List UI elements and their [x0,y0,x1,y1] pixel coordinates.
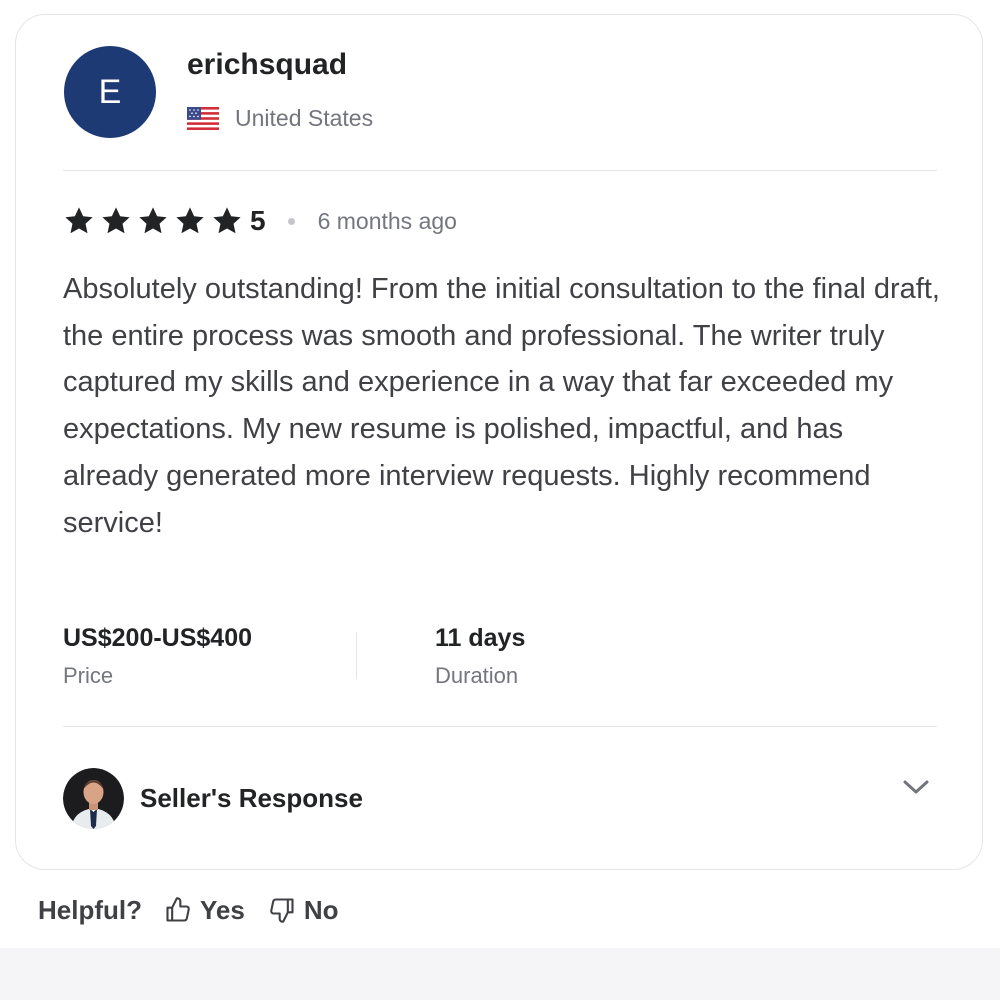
page: E erichsquad United States 5 6 months ag… [0,0,1000,1000]
reviewer-username[interactable]: erichsquad [187,48,347,82]
duration-label: Duration [435,663,519,688]
review-card: E erichsquad United States 5 6 months ag… [15,14,983,870]
rating-value: 5 [250,205,266,236]
reviewer-country: United States [187,105,373,132]
thumbs-down-icon [270,898,294,923]
seller-response-toggle[interactable]: Seller's Response [63,768,363,829]
stats-bottom-divider [63,726,937,727]
reviewer-avatar[interactable]: E [64,46,156,138]
duration-stat: 11 days Duration [435,621,525,691]
rating-row: 5 6 months ago [62,203,457,239]
avatar-initial: E [98,72,122,111]
header-divider [63,170,937,171]
page-footer-band [0,948,1000,1000]
star-icon [176,207,204,234]
seller-response-label: Seller's Response [140,783,363,813]
price-value: US$200-US$400 [63,624,253,652]
price-stat: US$200-US$400 Price [63,621,252,691]
review-time-ago: 6 months ago [317,207,457,234]
star-rating [62,205,244,237]
yes-label: Yes [200,894,245,925]
star-icon [102,207,130,234]
thumbs-up-icon [166,897,190,922]
star-icon [213,207,241,234]
country-name: United States [235,105,374,131]
helpful-yes-button[interactable]: Yes [164,895,245,926]
price-label: Price [63,663,114,688]
helpful-no-button[interactable]: No [268,895,339,926]
duration-value: 11 days [435,624,526,652]
us-flag-icon [187,107,219,130]
separator-dot [287,217,295,225]
review-text: Absolutely outstanding! From the initial… [63,273,940,539]
no-label: No [303,894,339,925]
chevron-down-icon[interactable] [901,777,931,802]
helpful-row: Helpful? Yes No [38,892,339,928]
star-icon [139,207,167,234]
star-icon [65,207,93,234]
seller-avatar [63,768,124,829]
helpful-label: Helpful? [38,894,142,925]
stats-divider [356,632,357,679]
